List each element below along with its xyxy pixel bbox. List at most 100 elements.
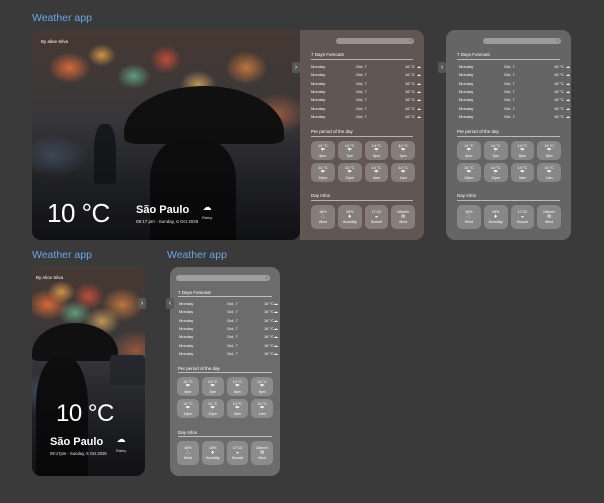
forecast-day-row[interactable]: Monday Oct, 7 16 °C ☁	[179, 342, 278, 348]
day-temp: 16 °C	[264, 325, 275, 331]
day-info-tile[interactable]: 17:12 ◒ Sunset	[364, 205, 389, 229]
forecast-day-row[interactable]: Monday Oct, 7 16 °C ☁	[459, 88, 570, 94]
day-info-tile[interactable]: 17:12 ◒ Sunset	[510, 205, 535, 229]
period-tile[interactable]: 14 °C ☂ 7pm	[201, 377, 224, 396]
search-input[interactable]: ○	[176, 275, 270, 281]
forecast-panel-b: ○ 7 Days Forecast Monday Oct, 7 16 °C ☁ Mond…	[446, 30, 571, 240]
period-tile[interactable]: 14 °C ☂ 11pm	[483, 163, 508, 182]
forecast-day-row[interactable]: Monday Oct, 7 16 °C ☁	[311, 64, 421, 69]
cloud-icon: ☁	[274, 309, 278, 315]
day-name: Monday	[179, 325, 194, 331]
forecast-day-row[interactable]: Monday Oct, 7 16 °C ☁	[179, 325, 278, 331]
day-temp: 16 °C	[264, 342, 275, 348]
day-info-tile[interactable]: 16% ∴ Wind	[177, 441, 199, 465]
day-temp: 16 °C	[405, 64, 416, 69]
period-tile[interactable]: 14 °C ☂ 11pm	[201, 399, 224, 418]
period-tile[interactable]: 14 °C ☂ 0am	[226, 399, 249, 418]
prev-arrow-button[interactable]: ‹	[166, 298, 174, 309]
period-tile[interactable]: 14 °C ☂ 9pm	[537, 141, 561, 160]
period-tile[interactable]: 14 °C ☂ 8pm	[364, 141, 389, 160]
day-date: Oct, 7	[504, 113, 515, 119]
period-tile[interactable]: 14 °C ☂ 1am	[537, 163, 561, 182]
forecast-day-row[interactable]: Monday Oct, 7 16 °C ☁	[459, 81, 570, 86]
period-tile-label: 8pm	[518, 153, 526, 158]
prev-arrow-button[interactable]: ›	[438, 62, 446, 73]
period-tile[interactable]: 14 °C ☂ 11pm	[337, 163, 362, 182]
period-tile[interactable]: 14 °C ☂ 6pm	[177, 377, 199, 396]
day-infos-heading: Day Infos	[457, 193, 477, 198]
city-name: São Paulo	[136, 204, 190, 216]
period-tiles: 14 °C ☂ 6pm 14 °C ☂ 7pm 14 °C ☂ 8pm 14 °C ☂ 9pm 14 °…	[457, 141, 561, 182]
period-tile-label: 11pm	[491, 175, 500, 180]
day-info-tile[interactable]: 16% ∴ Wind	[457, 205, 481, 229]
day-info-tile[interactable]: 17:12 ◒ Sunset	[226, 441, 249, 465]
day-info-tile[interactable]: 16% ♦ Humidity	[483, 205, 508, 229]
period-tile[interactable]: 14 °C ☂ 10pm	[311, 163, 335, 182]
day-temp: 16 °C	[405, 113, 416, 119]
period-tile-label: 9pm	[545, 153, 553, 158]
period-tile[interactable]: 14 °C ☂ 10pm	[457, 163, 481, 182]
period-tile-label: 10pm	[318, 175, 328, 180]
day-date: Oct, 7	[356, 105, 367, 111]
day-name: Monday	[179, 301, 194, 306]
forecast-day-row[interactable]: Monday Oct, 7 16 °C ☁	[311, 113, 421, 119]
day-info-tile[interactable]: 16% ♦ Humidity	[337, 205, 362, 229]
cloud-icon: ☁	[566, 64, 570, 69]
next-arrow-button[interactable]: ›	[138, 298, 146, 309]
day-info-tile[interactable]: 16% ♦ Humidity	[201, 441, 224, 465]
period-tile[interactable]: 14 °C ☂ 7pm	[337, 141, 362, 160]
period-tile[interactable]: 14 °C ☂ 7pm	[483, 141, 508, 160]
period-tile[interactable]: 14 °C ☂ 9pm	[391, 141, 415, 160]
period-tile[interactable]: 14 °C ☂ 6pm	[311, 141, 335, 160]
day-info-tiles: 16% ∴ Wind 16% ♦ Humidity 17:12 ◒ Sunset 16km/h ≋ W…	[311, 205, 415, 229]
divider	[178, 436, 272, 437]
forecast-panel-c: ○ 7 Days Forecast Monday Oct, 7 16 °C ☁ Mond…	[170, 267, 280, 476]
forecast-day-row[interactable]: Monday Oct, 7 16 °C ☁	[311, 72, 421, 78]
next-arrow-button[interactable]: ›	[292, 62, 300, 73]
forecast-day-row[interactable]: Monday Oct, 7 16 °C ☁	[459, 64, 570, 69]
day-name: Monday	[179, 309, 194, 315]
day-info-tile-label: Sunset	[516, 220, 528, 224]
day-temp: 16 °C	[405, 72, 416, 78]
search-input[interactable]: ○	[483, 38, 561, 44]
forecast-day-row[interactable]: Monday Oct, 7 16 °C ☁	[311, 80, 421, 86]
cloud-icon: ☁	[566, 113, 570, 119]
day-info-tile[interactable]: 16% ∴ Wind	[311, 205, 335, 229]
cloud-icon: ☁	[417, 88, 421, 94]
forecast-day-row[interactable]: Monday Oct, 7 16 °C ☁	[311, 89, 421, 94]
period-tile-label: 10pm	[183, 411, 193, 416]
period-tile[interactable]: 14 °C ☂ 8pm	[226, 377, 249, 396]
forecast-day-row[interactable]: Monday Oct, 7 16 °C ☁	[179, 309, 278, 315]
period-tile[interactable]: 14 °C ☂ 0am	[364, 163, 389, 182]
forecast-day-row[interactable]: Monday Oct, 7 16 °C ☁	[179, 334, 278, 339]
search-input[interactable]: ○	[336, 38, 414, 44]
period-tile[interactable]: 14 °C ☂ 1am	[251, 399, 273, 418]
forecast-day-row[interactable]: Monday Oct, 7 16 °C ☁	[179, 301, 278, 306]
forecast-day-row[interactable]: Monday Oct, 7 16 °C ☁	[459, 97, 570, 102]
forecast-day-row[interactable]: Monday Oct, 7 16 °C ☁	[311, 105, 421, 111]
date-time: 09:17pm - Sunday, 6 Oct 2025	[50, 451, 107, 456]
period-tile[interactable]: 14 °C ☂ 10pm	[177, 399, 199, 418]
forecast-day-row[interactable]: Monday Oct, 7 16 °C ☁	[179, 351, 278, 356]
forecast-day-row[interactable]: Monday Oct, 7 16 °C ☁	[179, 318, 278, 323]
period-tile[interactable]: 14 °C ☂ 8pm	[510, 141, 535, 160]
period-tile[interactable]: 14 °C ☂ 6pm	[457, 141, 481, 160]
day-date: Oct, 7	[227, 301, 238, 306]
period-tile[interactable]: 14 °C ☂ 1am	[391, 163, 415, 182]
period-tile[interactable]: 14 °C ☂ 0am	[510, 163, 535, 182]
forecast-day-row[interactable]: Monday Oct, 7 16 °C ☁	[459, 113, 570, 119]
day-temp: 16 °C	[405, 80, 416, 86]
day-info-tile[interactable]: 16km/h ≋ Wind	[537, 205, 561, 229]
day-temp: 16 °C	[554, 113, 565, 119]
day-date: Oct, 7	[504, 88, 515, 94]
day-date: Oct, 7	[504, 72, 515, 78]
forecast-day-row[interactable]: Monday Oct, 7 16 °C ☁	[459, 72, 570, 78]
period-tile[interactable]: 14 °C ☂ 9pm	[251, 377, 273, 396]
day-info-tile[interactable]: 16km/h ≋ Wind	[391, 205, 415, 229]
day-info-tile[interactable]: 16km/h ≋ Wind	[251, 441, 273, 465]
current-temperature: 10 °C	[47, 198, 110, 228]
forecast-day-row[interactable]: Monday Oct, 7 16 °C ☁	[311, 97, 421, 102]
cloud-rain-icon: ☁	[202, 202, 212, 212]
forecast-day-row[interactable]: Monday Oct, 7 16 °C ☁	[459, 106, 570, 111]
day-infos-heading: Day Infos	[178, 430, 198, 435]
